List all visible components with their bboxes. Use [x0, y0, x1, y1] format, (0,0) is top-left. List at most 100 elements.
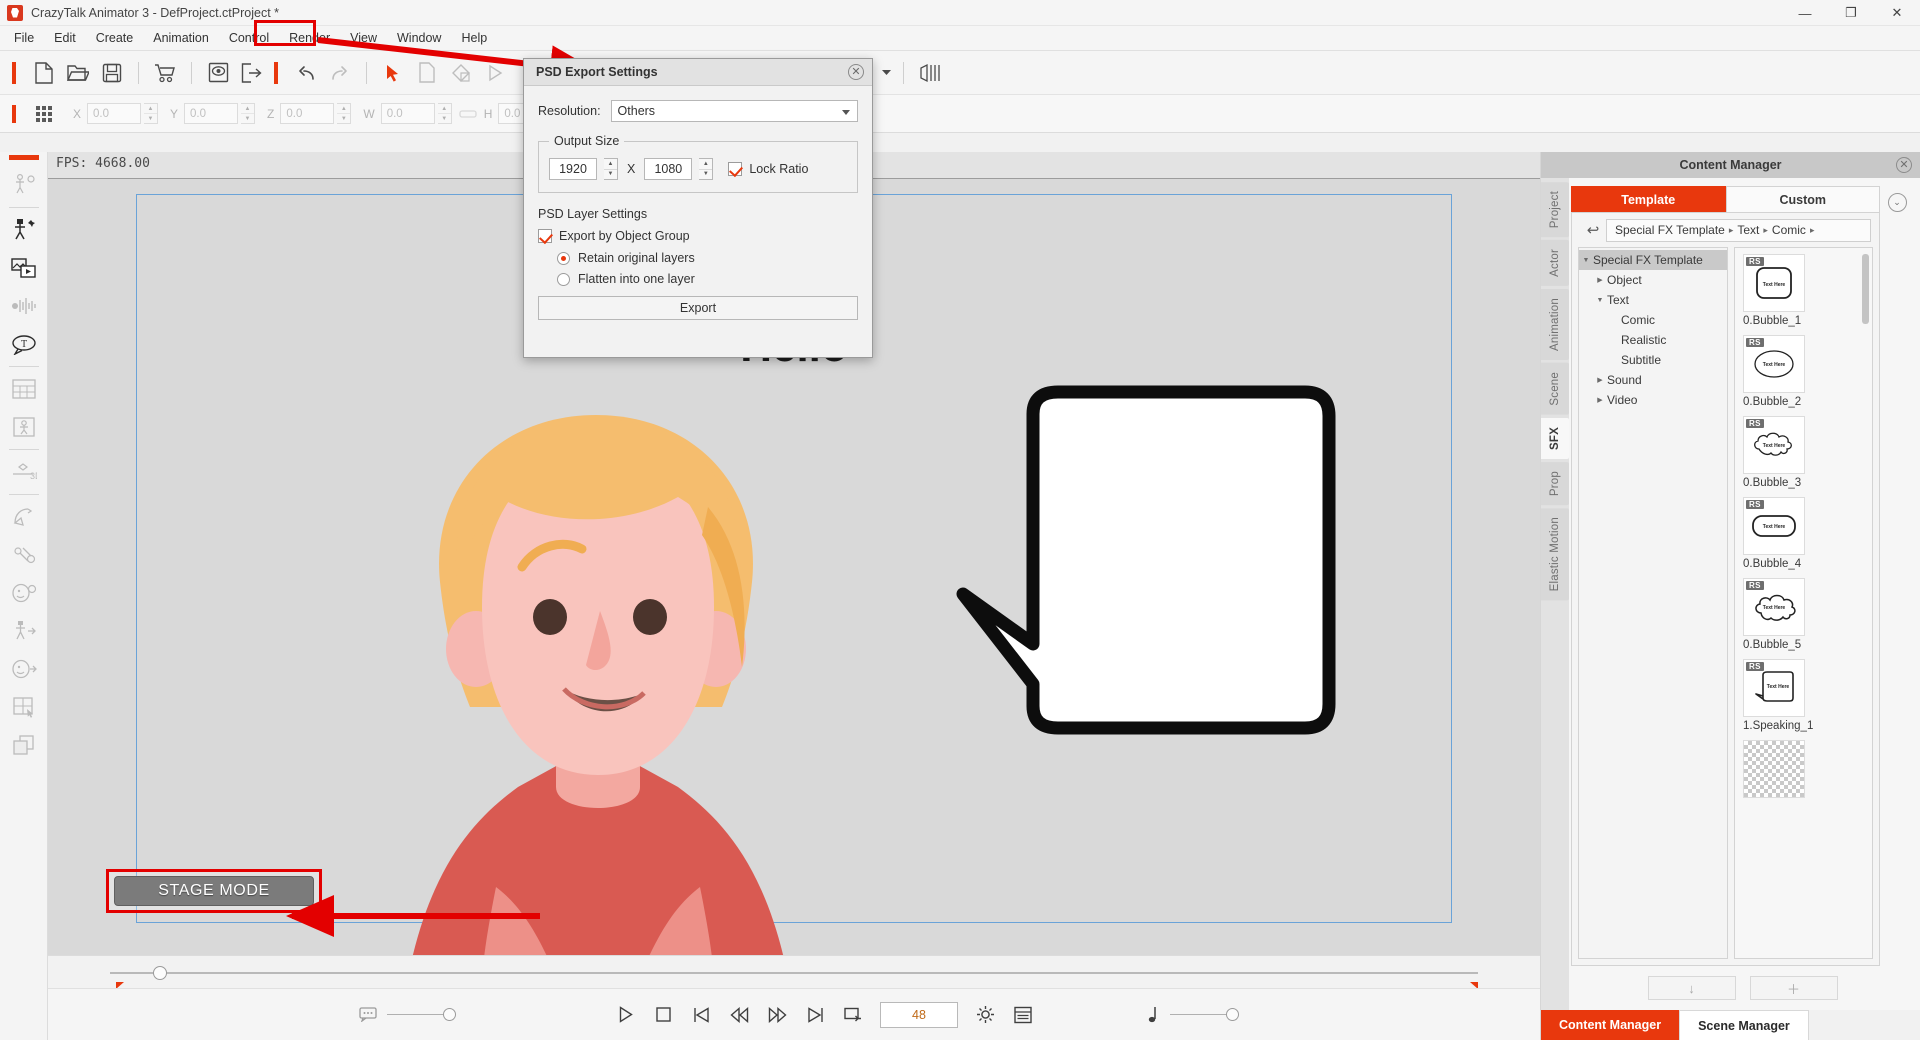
- create-actor-icon[interactable]: [4, 211, 44, 249]
- back-icon[interactable]: ↩: [1580, 219, 1606, 241]
- tab-scene-manager[interactable]: Scene Manager: [1679, 1010, 1809, 1040]
- music-note-icon[interactable]: [1136, 1000, 1166, 1030]
- next-frame-button[interactable]: [762, 1000, 792, 1030]
- page-icon[interactable]: [411, 58, 443, 88]
- export-icon[interactable]: [236, 58, 268, 88]
- actor-settings-icon[interactable]: [4, 166, 44, 204]
- menu-view[interactable]: View: [340, 27, 387, 49]
- timeline-scrubber[interactable]: [48, 955, 1540, 989]
- scene-frame-icon[interactable]: [4, 408, 44, 446]
- marketplace-cart-icon[interactable]: [149, 58, 181, 88]
- grid-icon[interactable]: [29, 99, 61, 129]
- character-artwork[interactable]: [378, 367, 818, 955]
- vtab-animation[interactable]: Animation: [1541, 289, 1569, 360]
- first-frame-button[interactable]: [686, 1000, 716, 1030]
- stage-mode-button[interactable]: STAGE MODE: [114, 876, 314, 906]
- select-arrow-icon[interactable]: [377, 58, 409, 88]
- triangle-right-icon-1[interactable]: ▶: [1593, 276, 1607, 284]
- asset-item[interactable]: RS Text Here 0.Bubble_4: [1743, 497, 1805, 570]
- motion-puppet-icon[interactable]: [4, 536, 44, 574]
- tree-item-video[interactable]: ▶ Video: [1579, 390, 1727, 410]
- coord-y-spinner[interactable]: ▲ ▼: [241, 103, 256, 124]
- download-button[interactable]: ↓: [1647, 976, 1736, 1000]
- coord-z-input[interactable]: 0.0: [280, 103, 335, 124]
- flatten-layers-radio[interactable]: [557, 272, 570, 286]
- coord-x-input[interactable]: 0.0: [87, 103, 142, 124]
- asset-item[interactable]: RS Text Here 1.Speaking_1: [1743, 659, 1813, 732]
- tree-item-text[interactable]: ▼ Text: [1579, 290, 1727, 310]
- triangle-right-icon-6[interactable]: ▶: [1593, 376, 1607, 384]
- transform-grid-icon[interactable]: [4, 688, 44, 726]
- text-bubble-icon[interactable]: T: [4, 325, 44, 363]
- audio-slider-knob[interactable]: [1226, 1008, 1239, 1021]
- breadcrumb-item-1[interactable]: Text: [1737, 223, 1759, 237]
- asset-thumbnail[interactable]: RS Text Here: [1743, 578, 1805, 636]
- audio-waveform-icon[interactable]: [4, 287, 44, 325]
- resolution-select[interactable]: Others: [610, 100, 858, 122]
- asset-thumbnail[interactable]: RS Text Here: [1743, 335, 1805, 393]
- flatten-layers-row[interactable]: Flatten into one layer: [557, 272, 858, 286]
- vtab-scene[interactable]: Scene: [1541, 363, 1569, 415]
- sprite-sheet-icon[interactable]: [4, 370, 44, 408]
- lock-ratio-row[interactable]: Lock Ratio: [728, 162, 808, 176]
- coord-y-input[interactable]: 0.0: [184, 103, 239, 124]
- body-motion-icon[interactable]: [4, 612, 44, 650]
- menu-animation[interactable]: Animation: [143, 27, 219, 49]
- output-width-spinner[interactable]: ▲ ▼: [604, 158, 618, 180]
- output-height-spinner[interactable]: ▲ ▼: [699, 158, 714, 180]
- expand-panel-button[interactable]: ⌄: [1880, 193, 1914, 212]
- breadcrumb[interactable]: Special FX Template ▸ Text ▸ Comic ▸: [1606, 218, 1871, 242]
- tab-template[interactable]: Template: [1571, 186, 1726, 212]
- close-icon[interactable]: ✕: [1896, 157, 1912, 173]
- loop-button[interactable]: [838, 1000, 868, 1030]
- menu-file[interactable]: File: [4, 27, 44, 49]
- link-ratio-icon[interactable]: [455, 99, 481, 129]
- gear-icon[interactable]: [970, 1000, 1000, 1030]
- paint-bucket-icon[interactable]: [445, 58, 477, 88]
- audio-volume-slider[interactable]: [1170, 1008, 1239, 1021]
- output-width-input[interactable]: 1920: [549, 158, 597, 180]
- asset-thumbnail[interactable]: RS Text Here: [1743, 416, 1805, 474]
- asset-item[interactable]: RS Text Here 0.Bubble_5: [1743, 578, 1805, 651]
- redo-icon[interactable]: [324, 58, 356, 88]
- tree-item-subtitle[interactable]: Subtitle: [1579, 350, 1727, 370]
- timeline-knob[interactable]: [153, 966, 167, 980]
- menu-help[interactable]: Help: [451, 27, 497, 49]
- asset-item[interactable]: RS Text Here 0.Bubble_2: [1743, 335, 1805, 408]
- elastic-motion-icon[interactable]: [4, 498, 44, 536]
- tree-item-object[interactable]: ▶ Object: [1579, 270, 1727, 290]
- stop-button[interactable]: [648, 1000, 678, 1030]
- asset-item[interactable]: RS Text Here 0.Bubble_3: [1743, 416, 1805, 489]
- export-by-group-checkbox[interactable]: [538, 229, 552, 243]
- comment-slider-knob[interactable]: [443, 1008, 456, 1021]
- face-puppet-icon[interactable]: [4, 574, 44, 612]
- triangle-down-icon-2[interactable]: ▼: [1593, 297, 1607, 304]
- tree-item-special-fx-template[interactable]: ▼ Special FX Template: [1579, 250, 1727, 270]
- timeline-list-icon[interactable]: [1008, 1000, 1038, 1030]
- timeline-track[interactable]: [110, 972, 1478, 974]
- preview-eye-icon[interactable]: [202, 58, 234, 88]
- last-frame-button[interactable]: [800, 1000, 830, 1030]
- vtab-elastic-motion[interactable]: Elastic Motion: [1541, 507, 1569, 601]
- play-button[interactable]: [610, 1000, 640, 1030]
- coord-x-spinner[interactable]: ▲ ▼: [144, 103, 159, 124]
- triangle-down-icon-0[interactable]: ▼: [1579, 257, 1593, 264]
- asset-thumbnail[interactable]: RS Text Here: [1743, 659, 1805, 717]
- tree-item-sound[interactable]: ▶ Sound: [1579, 370, 1727, 390]
- psd-close-icon[interactable]: ✕: [848, 64, 864, 80]
- cube-dropdown-icon[interactable]: [879, 58, 893, 88]
- close-button[interactable]: ✕: [1874, 0, 1920, 26]
- comment-icon[interactable]: [353, 1000, 383, 1030]
- speech-bubble[interactable]: [933, 384, 1353, 784]
- prev-frame-button[interactable]: [724, 1000, 754, 1030]
- three-d-icon[interactable]: 3D: [4, 453, 44, 491]
- coord-z-spinner[interactable]: ▲ ▼: [337, 103, 352, 124]
- menu-create[interactable]: Create: [86, 27, 144, 49]
- breadcrumb-item-2[interactable]: Comic: [1772, 223, 1806, 237]
- lock-ratio-checkbox[interactable]: [728, 162, 743, 176]
- new-project-icon[interactable]: [28, 58, 60, 88]
- asset-grid-scrollbar[interactable]: [1862, 254, 1869, 324]
- vtab-actor[interactable]: Actor: [1541, 240, 1569, 287]
- current-frame-input[interactable]: 48: [880, 1001, 958, 1028]
- add-button[interactable]: ＋: [1749, 976, 1838, 1000]
